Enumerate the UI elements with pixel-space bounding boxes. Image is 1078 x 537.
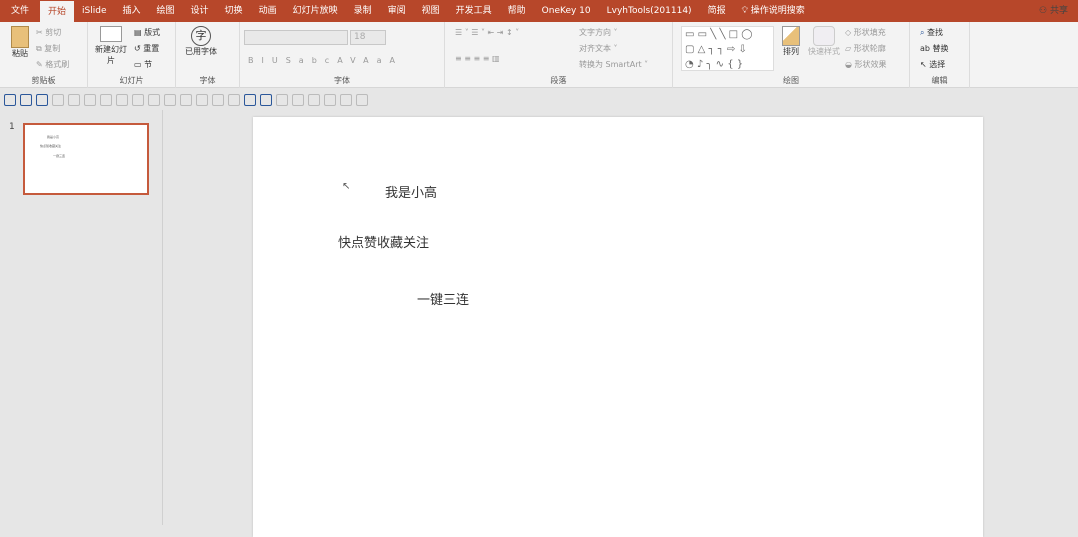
shape-effects-button[interactable]: ◒ 形状效果 bbox=[845, 59, 887, 70]
toolbar-icon[interactable] bbox=[84, 93, 96, 106]
chart-icon[interactable] bbox=[260, 93, 272, 106]
tab-4[interactable]: 绘图 bbox=[149, 0, 183, 22]
ribbon-tabs: 文件 开始 iSlide 插入 绘图 设计 切换 动画 幻灯片放映 录制 审阅 视图 开发工具 帮助 One… bbox=[0, 0, 1078, 22]
cut-button[interactable]: ✂ 剪切 bbox=[36, 27, 61, 38]
redo-icon[interactable] bbox=[36, 93, 48, 106]
slide-icon bbox=[100, 26, 122, 42]
replace-button[interactable]: ab 替换 bbox=[920, 43, 949, 54]
toolbar-icon[interactable] bbox=[228, 93, 240, 106]
share-button[interactable]: ⚇ 共享 bbox=[1039, 0, 1068, 22]
search-icon: ⌕ bbox=[920, 28, 925, 37]
clipboard-group: 粘贴 ✂ 剪切 ⧉ 复制 ✎ 格式刷 剪贴板 bbox=[0, 22, 88, 88]
toolbar-icon[interactable] bbox=[132, 93, 144, 106]
toolbar-icon[interactable] bbox=[244, 93, 256, 106]
slide-text-3[interactable]: 一键三连 bbox=[417, 289, 469, 308]
font-name-select[interactable] bbox=[244, 30, 348, 45]
editing-group: ⌕ 查找 ab 替换 ↖ 选择 编辑 bbox=[910, 22, 970, 88]
thumb-text: 快点赞收藏关注 bbox=[40, 144, 62, 148]
tab-12[interactable]: 开发工具 bbox=[448, 0, 500, 22]
tab-1[interactable]: 开始 bbox=[40, 1, 75, 22]
save-icon[interactable] bbox=[4, 93, 16, 106]
quick-styles-button[interactable]: 快速样式 bbox=[806, 26, 842, 57]
tab-5[interactable]: 设计 bbox=[183, 0, 217, 22]
lightbulb-icon: 💡︎ bbox=[741, 6, 751, 16]
find-button[interactable]: ⌕ 查找 bbox=[920, 27, 943, 38]
font-group: 18 BIUSabcAVAaA 字体 bbox=[240, 22, 445, 88]
toolbar-icon[interactable] bbox=[52, 93, 64, 106]
toolbar-icon[interactable] bbox=[340, 93, 352, 106]
toolbar-icon[interactable] bbox=[324, 93, 336, 106]
slide-number: 1 bbox=[9, 122, 15, 132]
toolbar-icon[interactable] bbox=[116, 93, 128, 106]
shape-fill-button[interactable]: ◇ 形状填充 bbox=[845, 27, 886, 38]
tab-8[interactable]: 幻灯片放映 bbox=[285, 0, 346, 22]
layout-button[interactable]: ▤ 版式 bbox=[134, 27, 160, 38]
arrange-button[interactable]: 排列 bbox=[777, 26, 805, 57]
shape-outline-button[interactable]: ▱ 形状轮廓 bbox=[845, 43, 886, 54]
tell-me-search[interactable]: 💡︎ 操作说明搜索 bbox=[734, 0, 813, 22]
thumb-text: 一键三连 bbox=[53, 154, 66, 158]
toolbar-icon[interactable] bbox=[276, 93, 288, 106]
toolbar-icon[interactable] bbox=[356, 93, 368, 106]
tab-0[interactable]: 文件 bbox=[0, 0, 40, 22]
slide-text-1[interactable]: 我是小高 bbox=[385, 182, 437, 201]
slide-thumbnail-pane: 1 我是小高 快点赞收藏关注 一键三连 bbox=[0, 110, 163, 525]
select-button[interactable]: ↖ 选择 bbox=[920, 59, 945, 70]
smartart-button[interactable]: 转换为 SmartArt ˅ bbox=[579, 59, 648, 70]
undo-icon[interactable] bbox=[20, 93, 32, 106]
tab-14[interactable]: OneKey 10 bbox=[534, 0, 599, 22]
shapes-gallery[interactable]: ▭ ▭ ╲ ╲ □ ◯ ▢ △ ┐ ┐ ⇨ ⇩ ◔ ♪ ╮ ∿ { } bbox=[681, 26, 774, 71]
tab-6[interactable]: 切换 bbox=[217, 0, 251, 22]
toolbar-icon[interactable] bbox=[100, 93, 112, 106]
toolbar-icon[interactable] bbox=[180, 93, 192, 106]
text-direction-button[interactable]: 文字方向 ˅ bbox=[579, 27, 618, 38]
slide-text-2[interactable]: 快点赞收藏关注 bbox=[338, 232, 429, 251]
person-icon: ⚇ bbox=[1039, 6, 1050, 16]
paragraph-group: ☰ ˅ ☰ ˅ ⇤ ⇥ ↕ ˅ ≡ ≡ ≡ ≡ ▥ 文字方向 ˅ 对齐文本 ˅ … bbox=[445, 22, 673, 88]
align-text-button[interactable]: 对齐文本 ˅ bbox=[579, 43, 618, 54]
tab-16[interactable]: 简报 bbox=[700, 0, 734, 22]
new-slide-button[interactable]: 新建幻灯片 bbox=[93, 26, 129, 66]
align-buttons[interactable]: ≡ ≡ ≡ ≡ ▥ bbox=[455, 54, 500, 63]
slide-canvas[interactable]: ↖ 我是小高 快点赞收藏关注 一键三连 bbox=[253, 117, 983, 537]
clipboard-icon bbox=[11, 26, 29, 48]
used-fonts-group: 字已用字体 字体 bbox=[176, 22, 240, 88]
toolbar-icon[interactable] bbox=[68, 93, 80, 106]
tab-13[interactable]: 帮助 bbox=[500, 0, 534, 22]
toolbar-icon[interactable] bbox=[164, 93, 176, 106]
quick-styles-icon bbox=[813, 26, 835, 46]
slide-thumbnail[interactable]: 我是小高 快点赞收藏关注 一键三连 bbox=[23, 123, 149, 195]
tab-7[interactable]: 动画 bbox=[251, 0, 285, 22]
slides-group: 新建幻灯片 ▤ 版式 ↺ 重置 ▭ 节 幻灯片 bbox=[88, 22, 176, 88]
font-size-select[interactable]: 18 bbox=[350, 30, 386, 45]
arrange-icon bbox=[782, 26, 800, 46]
font-char-icon: 字 bbox=[191, 26, 211, 46]
tab-9[interactable]: 录制 bbox=[346, 0, 380, 22]
tab-2[interactable]: iSlide bbox=[74, 0, 114, 22]
reset-button[interactable]: ↺ 重置 bbox=[134, 43, 159, 54]
toolbar-icon[interactable] bbox=[148, 93, 160, 106]
toolbar-icon[interactable] bbox=[308, 93, 320, 106]
used-fonts-button[interactable]: 字已用字体 bbox=[184, 26, 218, 57]
font-format-buttons[interactable]: BIUSabcAVAaA bbox=[248, 56, 403, 65]
drawing-group: ▭ ▭ ╲ ╲ □ ◯ ▢ △ ┐ ┐ ⇨ ⇩ ◔ ♪ ╮ ∿ { } 排列 快速样… bbox=[673, 22, 910, 88]
toolbar-icon[interactable] bbox=[196, 93, 208, 106]
list-buttons[interactable]: ☰ ˅ ☰ ˅ ⇤ ⇥ ↕ ˅ bbox=[455, 28, 519, 37]
copy-button[interactable]: ⧉ 复制 bbox=[36, 43, 60, 54]
quick-access-toolbar bbox=[0, 89, 1078, 110]
section-button[interactable]: ▭ 节 bbox=[134, 59, 152, 70]
format-painter-button[interactable]: ✎ 格式刷 bbox=[36, 59, 69, 70]
tab-15[interactable]: LvyhTools(201114) bbox=[599, 0, 700, 22]
tab-10[interactable]: 审阅 bbox=[380, 0, 414, 22]
paste-button[interactable]: 粘贴 bbox=[6, 26, 34, 59]
ribbon: 粘贴 ✂ 剪切 ⧉ 复制 ✎ 格式刷 剪贴板 新建幻灯片 ▤ 版式 ↺ 重置 ▭… bbox=[0, 22, 1078, 88]
toolbar-icon[interactable] bbox=[292, 93, 304, 106]
tab-11[interactable]: 视图 bbox=[414, 0, 448, 22]
thumb-text: 我是小高 bbox=[47, 135, 60, 139]
toolbar-icon[interactable] bbox=[212, 93, 224, 106]
tab-3[interactable]: 插入 bbox=[115, 0, 149, 22]
mouse-cursor-icon: ↖ bbox=[342, 181, 351, 192]
